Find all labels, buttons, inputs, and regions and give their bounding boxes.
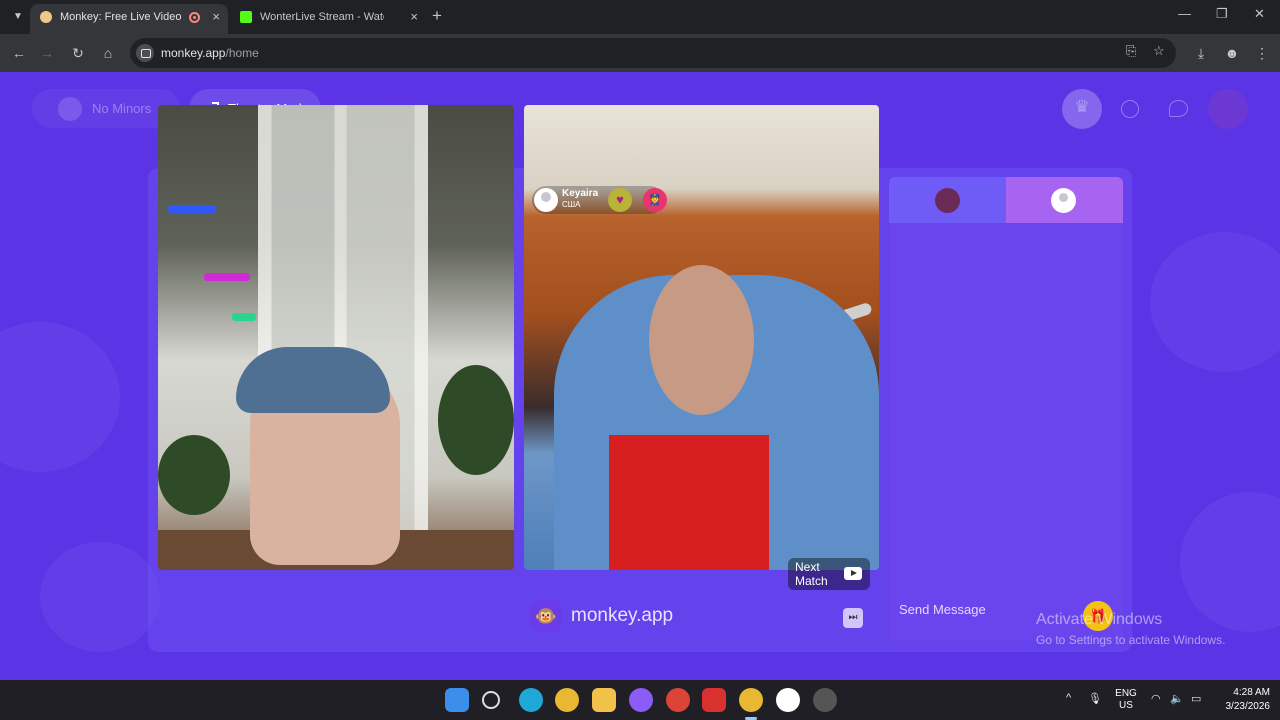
kick-favicon-icon: [240, 11, 252, 23]
chrome-active-icon[interactable]: [739, 688, 763, 720]
recording-icon: [189, 12, 200, 23]
peer-video: [524, 105, 879, 570]
minimize-button[interactable]: —: [1178, 6, 1191, 21]
chrome-alt-icon[interactable]: [666, 688, 690, 712]
profile-icon[interactable]: ☻: [1221, 42, 1243, 64]
browser-menu-icon[interactable]: ⋮: [1251, 42, 1273, 64]
neon-light: [168, 205, 216, 213]
profile-avatar[interactable]: [1208, 89, 1248, 129]
browser-toolbar: ← → ↻ ⌂ monkey.app/home ⎘ ☆ ⤓ ☻ ⋮: [0, 34, 1280, 72]
peer-country: США: [562, 200, 581, 209]
windows-taskbar: ^ 🎙 ENG US ◠ 🔈 ▭ 4:28 AM 3/23/2026: [0, 680, 1280, 720]
chrome-icon[interactable]: [555, 688, 579, 712]
browser-tab-bar: ▼ Monkey: Free Live Video Chat × WonterL…: [0, 0, 1280, 34]
close-window-button[interactable]: ✕: [1254, 6, 1265, 22]
monkey-logo-icon: 🐵: [530, 600, 562, 632]
cap: [236, 347, 390, 413]
chat-tab-peer[interactable]: [1006, 177, 1123, 223]
reload-button[interactable]: ↻: [67, 42, 89, 64]
url-text: monkey.app/home: [161, 46, 259, 60]
brand-text: monkey.app: [571, 605, 674, 626]
language-code: ENG: [1115, 688, 1137, 699]
plant: [158, 435, 230, 515]
back-button[interactable]: ←: [8, 42, 30, 64]
alice-icon[interactable]: [629, 688, 653, 712]
downloads-icon[interactable]: ⤓: [1190, 42, 1212, 64]
clock-time: 4:28 AM: [1233, 687, 1270, 698]
play-icon: [844, 567, 862, 580]
no-minors-label: No Minors: [92, 101, 152, 116]
bookmark-star-icon[interactable]: ☆: [1153, 43, 1165, 59]
forward-button[interactable]: →: [36, 42, 58, 64]
tab-title: WonterLive Stream - Watch Live: [260, 11, 384, 23]
local-video: [158, 105, 514, 570]
background-blob: [1180, 492, 1280, 632]
chat-panel: [889, 177, 1123, 641]
self-avatar: [935, 188, 960, 213]
crown-icon[interactable]: [1062, 89, 1102, 129]
tab-search-chevron-icon[interactable]: ▼: [8, 7, 28, 27]
skip-icon[interactable]: ⏭: [843, 608, 863, 628]
peer-person: [649, 265, 754, 415]
close-tab-icon[interactable]: ×: [212, 4, 220, 30]
new-tab-button[interactable]: +: [432, 6, 442, 26]
peer-avatar: [1051, 188, 1076, 213]
edge-icon[interactable]: [519, 688, 543, 712]
chat-bubble-icon[interactable]: [1158, 89, 1198, 129]
next-match-label: Next Match: [795, 560, 828, 588]
microphone-icon[interactable]: 🎙: [1088, 692, 1102, 705]
background-blob: [40, 542, 160, 652]
neon-light: [232, 313, 256, 321]
url-host: monkey.app: [161, 46, 226, 60]
restore-button[interactable]: ❐: [1216, 6, 1228, 22]
address-bar[interactable]: monkey.app/home ⎘ ☆: [130, 38, 1176, 68]
url-path: /home: [225, 46, 259, 60]
plant: [438, 365, 514, 475]
hidden-icons-chevron-icon[interactable]: ^: [1066, 692, 1071, 704]
chat-tab-self[interactable]: [889, 177, 1006, 223]
activate-windows-subtitle: Go to Settings to activate Windows.: [1036, 633, 1226, 647]
shirt: [609, 435, 769, 570]
clock-date: 3/23/2026: [1225, 701, 1271, 712]
install-app-icon[interactable]: ⎘: [1126, 43, 1136, 59]
file-explorer-icon[interactable]: [592, 688, 616, 712]
next-match-button[interactable]: Next Match: [788, 558, 870, 590]
neon-light: [204, 273, 250, 281]
language-region: US: [1119, 700, 1133, 711]
home-button[interactable]: ⌂: [97, 42, 119, 64]
close-tab-icon[interactable]: ×: [410, 4, 418, 30]
no-minors-icon: [58, 97, 82, 121]
battery-icon[interactable]: ▭: [1191, 692, 1201, 705]
activate-windows-title: Activate Windows: [1036, 611, 1163, 628]
search-icon[interactable]: [482, 691, 500, 709]
police-badge-icon[interactable]: 👮: [643, 188, 667, 212]
start-windows-icon[interactable]: [445, 688, 469, 712]
app-icon[interactable]: [813, 688, 837, 712]
yandex-browser-icon[interactable]: [776, 688, 800, 712]
wifi-icon[interactable]: ◠: [1151, 692, 1161, 705]
system-clock[interactable]: 4:28 AM 3/23/2026: [1210, 686, 1271, 714]
background-blob: [1150, 232, 1280, 372]
heart-badge-icon: ♥: [608, 188, 632, 212]
history-clock-icon[interactable]: [1110, 89, 1150, 129]
language-indicator[interactable]: ENG US: [1112, 688, 1140, 712]
volume-icon[interactable]: 🔈: [1170, 692, 1184, 705]
monkey-favicon-icon: [40, 11, 52, 23]
yandex-icon[interactable]: [702, 688, 726, 712]
site-info-icon[interactable]: [136, 44, 154, 62]
background-blob: [0, 322, 120, 472]
peer-name: Keyaira: [562, 188, 599, 199]
tab-wonterlive[interactable]: WonterLive Stream - Watch Live ×: [230, 4, 426, 34]
tab-monkey[interactable]: Monkey: Free Live Video Chat ×: [30, 4, 228, 34]
tab-title: Monkey: Free Live Video Chat: [60, 11, 184, 23]
peer-avatar: [534, 188, 558, 212]
